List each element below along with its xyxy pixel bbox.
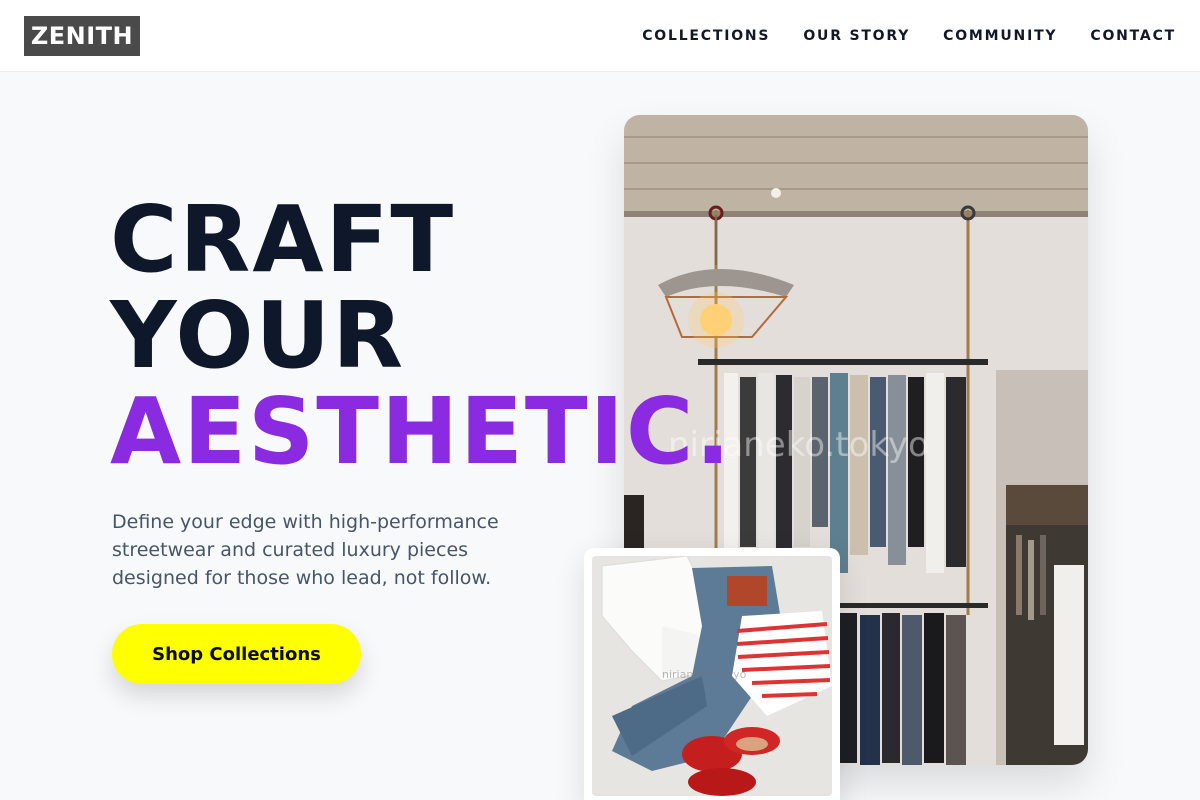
- headline-line-3-accent: AESTHETIC.: [110, 378, 733, 485]
- outfit-thumbnail-card: nirianeko.tokyo: [584, 548, 840, 800]
- nav-item-collections[interactable]: COLLECTIONS: [642, 28, 770, 44]
- nav-item-contact[interactable]: CONTACT: [1090, 28, 1176, 44]
- hero-subcopy: Define your edge with high-performance s…: [112, 511, 499, 589]
- main-nav: COLLECTIONS OUR STORY COMMUNITY CONTACT: [642, 0, 1176, 72]
- headline-line-2: YOUR: [110, 282, 406, 389]
- nav-item-our-story[interactable]: OUR STORY: [803, 28, 910, 44]
- shop-collections-button[interactable]: Shop Collections: [112, 624, 361, 684]
- hero-headline: CRAFT YOUR AESTHETIC.: [110, 192, 732, 480]
- outfit-flatlay-illustration: [592, 556, 832, 796]
- site-header: ZENITH COLLECTIONS OUR STORY COMMUNITY C…: [0, 0, 1200, 72]
- brand-logo[interactable]: ZENITH: [24, 16, 140, 56]
- nav-item-community[interactable]: COMMUNITY: [943, 28, 1057, 44]
- headline-line-1: CRAFT: [110, 186, 456, 293]
- outfit-flatlay-image: nirianeko.tokyo: [592, 556, 832, 796]
